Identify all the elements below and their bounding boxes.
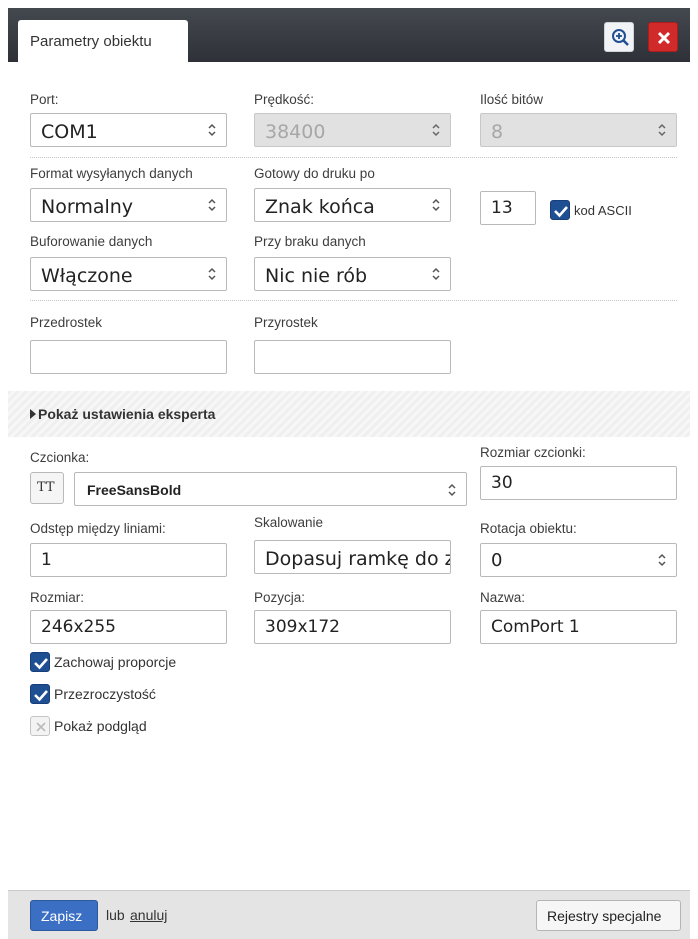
buffer-label: Buforowanie danych (30, 234, 153, 249)
cancel-link[interactable]: anuluj (130, 907, 167, 923)
port-select[interactable]: COM1 (30, 113, 227, 147)
updown-arrow-icon (208, 198, 216, 212)
end-char-input[interactable]: 13 (480, 191, 536, 225)
bits-label: Ilość bitów (480, 92, 544, 107)
font-style-button[interactable]: TT (30, 472, 64, 504)
transparency-label: Przezroczystość (54, 686, 156, 702)
dialog-footer: Zapisz lub anuluj Rejestry specjalne (8, 890, 690, 939)
updown-arrow-icon (432, 198, 440, 212)
suffix-label: Przyrostek (254, 315, 318, 330)
checkmark-icon (554, 206, 568, 218)
bits-value: 8 (491, 121, 504, 143)
ready-label: Gotowy do druku po (254, 166, 375, 181)
updown-arrow-icon (432, 267, 440, 281)
updown-arrow-icon (448, 483, 456, 497)
font-size-input[interactable]: 30 (480, 466, 677, 500)
size-label: Rozmiar: (30, 590, 85, 605)
checkmark-icon (34, 690, 48, 702)
rotation-select[interactable]: 0 (480, 543, 677, 577)
format-select[interactable]: Normalny (30, 188, 227, 222)
line-spacing-input[interactable]: 1 (30, 543, 227, 577)
speed-select: 38400 (254, 113, 451, 147)
font-value: FreeSansBold (87, 482, 182, 498)
nodata-value: Nic nie rób (265, 265, 368, 287)
separator (30, 300, 677, 301)
ready-value: Znak końca (265, 196, 375, 218)
cross-icon (36, 722, 46, 732)
scaling-value: Dopasuj ramkę do z (265, 548, 451, 570)
name-label: Nazwa: (480, 590, 526, 605)
port-label: Port: (30, 92, 59, 107)
nodata-label: Przy braku danych (254, 234, 366, 249)
updown-arrow-icon (658, 553, 666, 567)
zoom-button[interactable] (604, 22, 634, 52)
object-parameters-dialog: Parametry obiektu Port: COM1 Prędkość: 3… (8, 8, 690, 939)
format-label: Format wysyłanych danych (30, 166, 193, 181)
format-value: Normalny (41, 196, 134, 218)
position-label: Pozycja: (254, 590, 306, 605)
ascii-checkbox[interactable] (550, 200, 570, 220)
buffer-select[interactable]: Włączone (30, 257, 227, 291)
preview-label: Pokaż podgląd (54, 718, 147, 734)
special-registers-button[interactable]: Rejestry specjalne (536, 900, 681, 931)
prefix-label: Przedrostek (30, 315, 103, 330)
updown-arrow-icon (658, 123, 666, 137)
font-size-label: Rozmiar czcionki: (480, 445, 586, 460)
prefix-input[interactable] (30, 340, 227, 374)
keep-ratio-label: Zachowaj proporcje (54, 654, 177, 670)
checkmark-icon (34, 658, 48, 670)
port-value: COM1 (41, 121, 98, 143)
suffix-input[interactable] (254, 340, 451, 374)
preview-checkbox[interactable] (30, 716, 50, 736)
name-input[interactable]: ComPort 1 (480, 610, 677, 644)
tab-object-parameters[interactable]: Parametry obiektu (18, 20, 188, 62)
keep-ratio-checkbox[interactable] (30, 652, 50, 672)
speed-label: Prędkość: (254, 92, 315, 107)
expert-settings-label: Pokaż ustawienia eksperta (38, 406, 216, 422)
ready-select[interactable]: Znak końca (254, 188, 451, 222)
ascii-label: kod ASCII (574, 203, 632, 218)
rotation-value: 0 (491, 550, 503, 571)
buffer-value: Włączone (41, 265, 133, 287)
size-input[interactable]: 246x255 (30, 610, 227, 644)
transparency-checkbox[interactable] (30, 684, 50, 704)
scaling-select[interactable]: Dopasuj ramkę do z (254, 540, 451, 574)
updown-arrow-icon (432, 123, 440, 137)
close-icon (657, 31, 671, 45)
dialog-header: Parametry obiektu (8, 8, 690, 62)
zoom-in-icon (612, 29, 629, 46)
expert-settings-toggle[interactable]: Pokaż ustawienia eksperta (30, 406, 215, 422)
expand-triangle-icon (30, 409, 36, 419)
updown-arrow-icon (208, 267, 216, 281)
separator (30, 157, 677, 158)
font-label: Czcionka: (30, 450, 90, 465)
close-button[interactable] (648, 22, 678, 52)
expert-settings-bar: Pokaż ustawienia eksperta (8, 391, 690, 437)
save-button[interactable]: Zapisz (30, 900, 98, 931)
font-select[interactable]: FreeSansBold (74, 472, 467, 506)
speed-value: 38400 (265, 121, 326, 143)
nodata-select[interactable]: Nic nie rób (254, 257, 451, 291)
position-input[interactable]: 309x172 (254, 610, 451, 644)
scaling-label: Skalowanie (254, 515, 324, 530)
updown-arrow-icon (208, 123, 216, 137)
bits-select: 8 (480, 113, 677, 147)
line-spacing-label: Odstęp między liniami: (30, 521, 166, 536)
or-text: lub (106, 907, 125, 923)
rotation-label: Rotacja obiektu: (480, 521, 577, 536)
